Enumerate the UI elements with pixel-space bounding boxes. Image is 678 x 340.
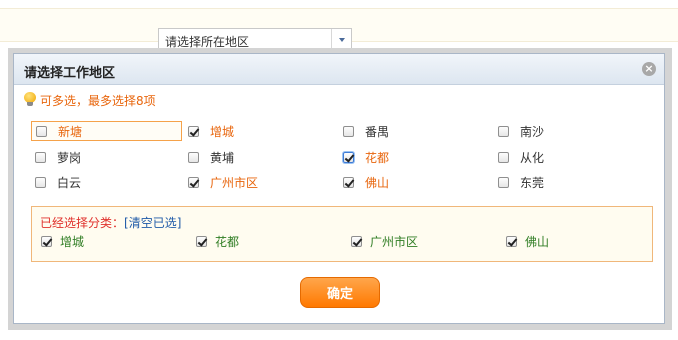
option-checkbox[interactable]	[498, 176, 509, 188]
dialog-header: 请选择工作地区 ×	[14, 54, 664, 85]
option-checkbox[interactable]	[188, 151, 199, 163]
selected-item-label: 花都	[215, 234, 240, 249]
option-xintang[interactable]: 新塘	[31, 121, 182, 141]
option-label: 新塘	[58, 124, 83, 139]
option-label: 从化	[520, 150, 545, 165]
option-huadu[interactable]: 花都	[343, 147, 389, 167]
option-checkbox[interactable]	[498, 151, 509, 163]
region-options: 新塘 增城 番禺 南沙 萝岗 黄埔 花都 从化 白云 广州市区 佛山 东莞	[31, 121, 651, 197]
option-label: 黄埔	[210, 150, 235, 165]
selected-checkbox[interactable]	[506, 235, 517, 247]
option-label: 增城	[210, 124, 235, 139]
hint-text: 可多选，最多选择8项	[40, 93, 156, 108]
option-label: 南沙	[520, 124, 545, 139]
option-checkbox[interactable]	[36, 125, 47, 137]
option-checkbox[interactable]	[188, 125, 199, 137]
selected-item-label: 增城	[60, 234, 85, 249]
option-label: 白云	[57, 175, 82, 190]
option-label: 广州市区	[210, 175, 259, 190]
region-dialog: 请选择工作地区 × 可多选，最多选择8项 新塘 增城 番禺 南沙 萝岗 黄埔 花…	[13, 53, 665, 324]
option-panyu[interactable]: 番禺	[343, 121, 389, 141]
option-huangpu[interactable]: 黄埔	[188, 147, 234, 167]
selected-regions: 已经选择分类：[清空已选] 增城 花都 广州市区 佛山	[31, 206, 653, 262]
option-zengcheng[interactable]: 增城	[188, 121, 234, 141]
selected-label: 已经选择分类：	[40, 216, 125, 230]
option-dongguan[interactable]: 东莞	[498, 172, 544, 192]
option-baiyun[interactable]: 白云	[35, 172, 81, 192]
selected-item[interactable]: 增城	[41, 233, 84, 249]
selected-item-label: 广州市区	[370, 234, 419, 249]
close-icon[interactable]: ×	[642, 62, 656, 76]
option-label: 萝岗	[57, 150, 82, 165]
option-guangzhou-city[interactable]: 广州市区	[188, 172, 258, 192]
selected-item[interactable]: 佛山	[506, 233, 549, 249]
selected-item[interactable]: 花都	[196, 233, 239, 249]
dialog-title: 请选择工作地区	[24, 66, 116, 81]
selected-item[interactable]: 广州市区	[351, 233, 418, 249]
confirm-button[interactable]: 确定	[300, 277, 380, 308]
selected-header: 已经选择分类：[清空已选]	[40, 214, 181, 231]
option-nansha[interactable]: 南沙	[498, 121, 544, 141]
option-checkbox[interactable]	[35, 151, 46, 163]
option-checkbox[interactable]	[35, 176, 46, 188]
clear-selection-link[interactable]: [清空已选]	[124, 216, 181, 230]
selected-checkbox[interactable]	[196, 235, 207, 247]
option-conghua[interactable]: 从化	[498, 147, 544, 167]
option-foshan[interactable]: 佛山	[343, 172, 389, 192]
hint: 可多选，最多选择8项	[24, 92, 156, 108]
option-label: 番禺	[365, 124, 390, 139]
option-label: 东莞	[520, 175, 545, 190]
selected-checkbox[interactable]	[41, 235, 52, 247]
option-checkbox[interactable]	[343, 125, 354, 137]
option-label: 花都	[365, 150, 390, 165]
option-luogang[interactable]: 萝岗	[35, 147, 81, 167]
option-checkbox[interactable]	[188, 176, 199, 188]
option-checkbox[interactable]	[343, 151, 354, 163]
option-checkbox[interactable]	[343, 176, 354, 188]
selected-checkbox[interactable]	[351, 235, 362, 247]
option-label: 佛山	[365, 175, 390, 190]
lightbulb-icon	[24, 92, 36, 108]
option-checkbox[interactable]	[498, 125, 509, 137]
selected-item-label: 佛山	[525, 234, 550, 249]
